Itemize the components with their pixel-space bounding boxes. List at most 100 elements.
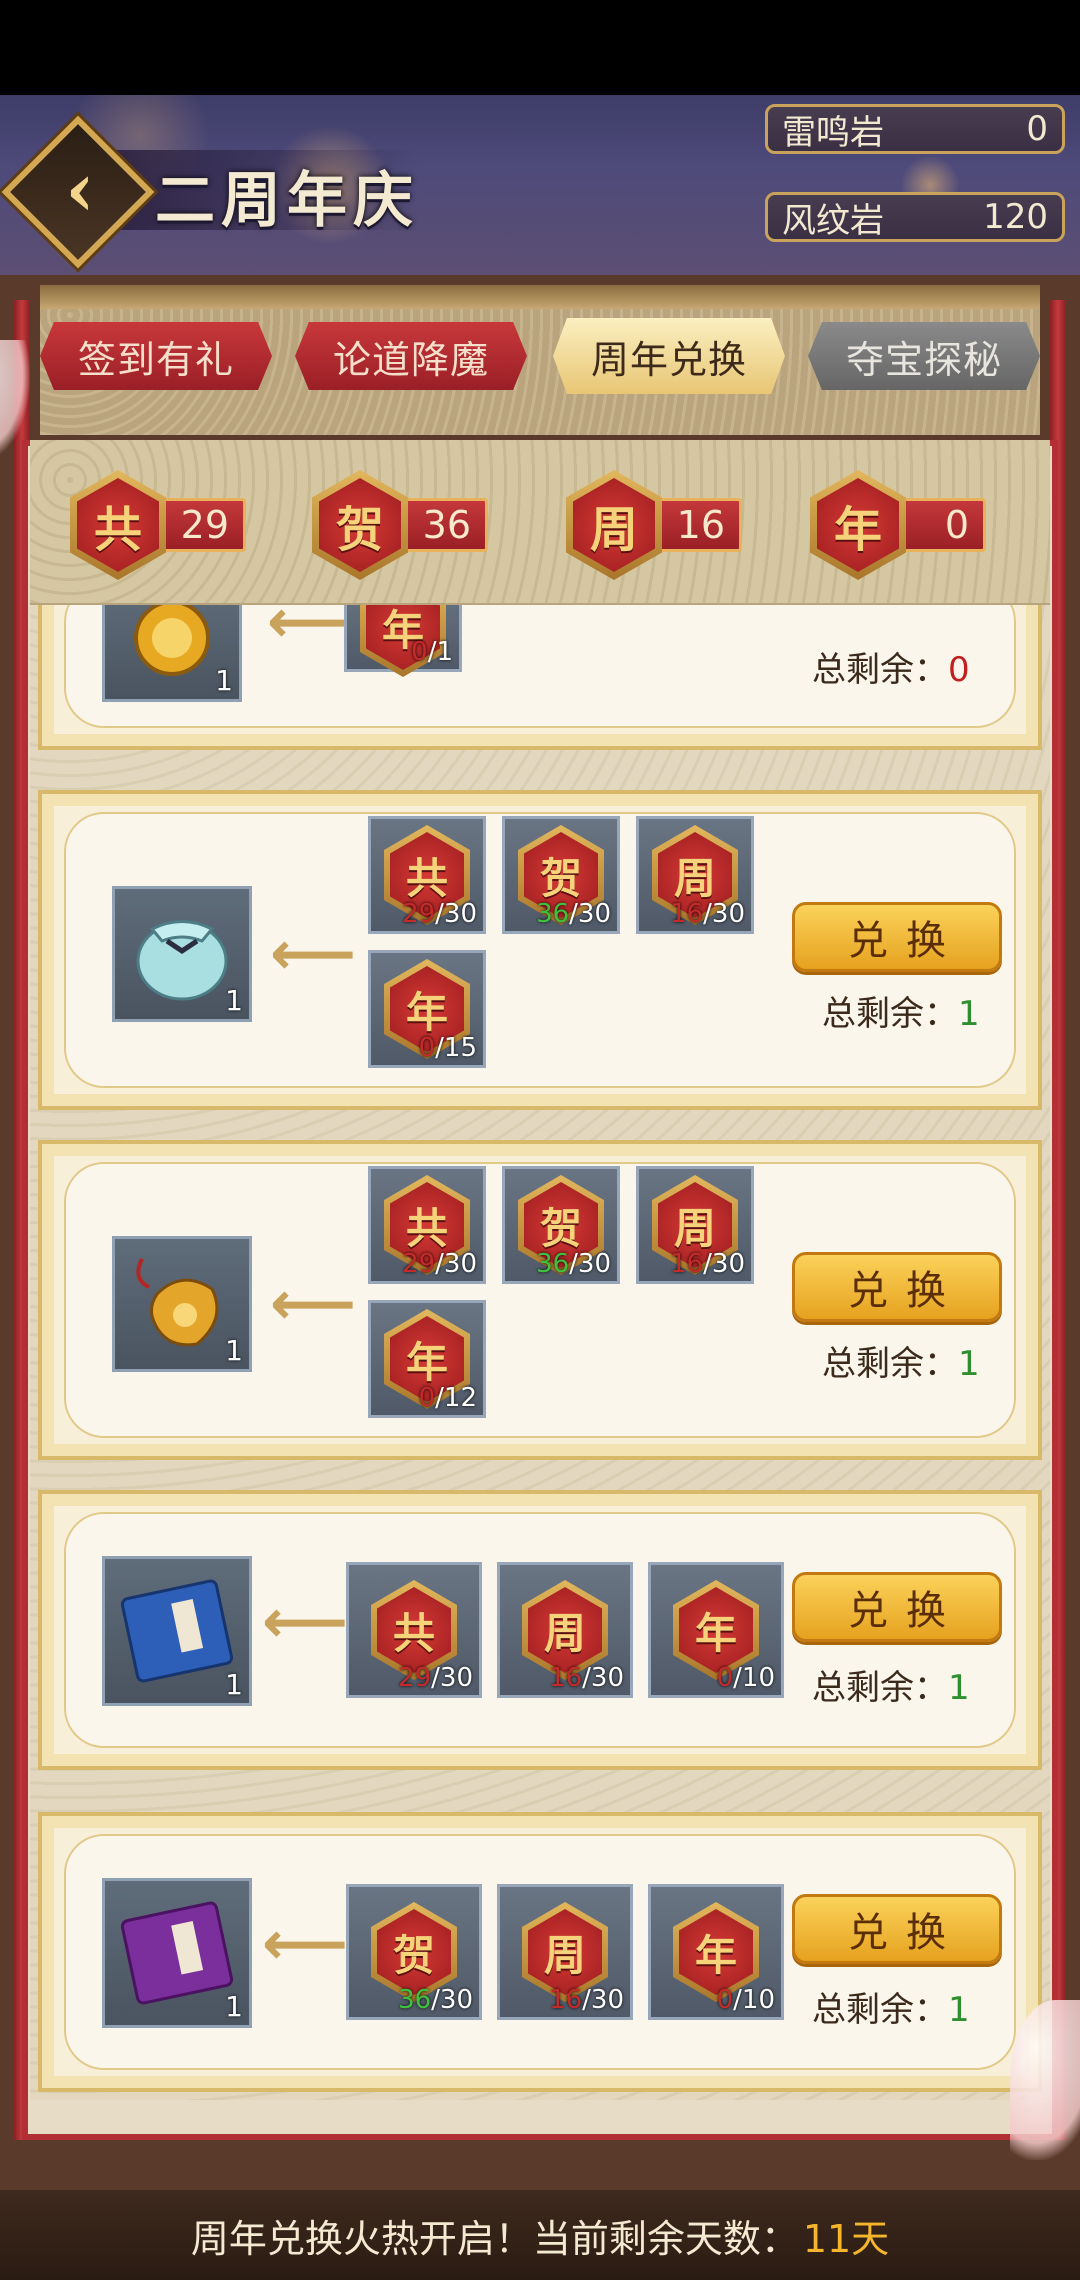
reward-item-pouch[interactable]: 1 (112, 886, 252, 1022)
reward-qty: 1 (215, 664, 233, 697)
have-count: 16 (549, 1663, 583, 1693)
tab-demon-quest[interactable]: 论道降魔 (295, 322, 527, 390)
reward-qty: 1 (225, 1334, 243, 1367)
cost-slot-nian[interactable]: 年 0/10 (648, 1562, 784, 1698)
have-count: 0 (716, 1663, 734, 1693)
remain-label: 总剩余： (822, 994, 958, 1034)
need-count: /30 (582, 1985, 624, 2015)
remain-label: 总剩余： (812, 1668, 948, 1708)
need-count: /1 (427, 637, 453, 667)
need-count: /30 (435, 899, 477, 929)
have-count: 36 (536, 1249, 570, 1279)
token-count-he: 贺 36 (312, 470, 488, 580)
page-title: 二周年庆 (155, 166, 419, 236)
need-count: /30 (431, 1985, 473, 2015)
cost-progress: 16/30 (670, 899, 745, 929)
exchange-button[interactable]: 兑换 (792, 1252, 1002, 1322)
token-char: 年 (679, 1587, 753, 1673)
exchange-row-3: 1 ⟵ 共 29/30 周 16/30 年 0/10 兑换 总剩余：1 (38, 1490, 1042, 1770)
tab-anniversary-exchange[interactable]: 周年兑换 (553, 318, 785, 394)
total-remaining: 总剩余：1 (822, 1336, 980, 1385)
cost-slot-he[interactable]: 贺 36/30 (346, 1884, 482, 2020)
have-count: 29 (402, 899, 436, 929)
need-count: /10 (733, 1663, 775, 1693)
exchange-button[interactable]: 兑换 (792, 902, 1002, 972)
pouch-icon (136, 920, 228, 1001)
cost-slot-nian[interactable]: 年 0/12 (368, 1300, 486, 1418)
cost-progress: 16/30 (670, 1249, 745, 1279)
cost-slot-gong[interactable]: 共 29/30 (346, 1562, 482, 1698)
total-remaining: 总剩余：0 (812, 642, 970, 691)
reward-item-jade-pendant[interactable]: 1 (112, 1236, 252, 1372)
tab-sign-in[interactable]: 签到有礼 (40, 322, 272, 390)
chevron-left-icon[interactable]: ‹ (40, 150, 120, 230)
reward-item-purple-book[interactable]: 1 (102, 1878, 252, 2028)
need-count: /30 (582, 1663, 624, 1693)
resource-name: 雷鸣岩 (782, 112, 884, 153)
token-char: 年 (679, 1909, 753, 1995)
total-remaining: 总剩余：1 (812, 1982, 970, 2031)
token-char: 贺 (377, 1909, 451, 1995)
status-bar (0, 0, 1080, 95)
remain-label: 总剩余： (812, 650, 948, 690)
token-hex-icon: 周 (566, 470, 662, 580)
need-count: /15 (435, 1033, 477, 1063)
exchange-row-1: 1 ⟵ 共 29/30 贺 36/30 周 16/30 年 0/15 兑换 总剩… (38, 790, 1042, 1110)
total-remaining: 总剩余：1 (822, 986, 980, 1035)
cost-slot-nian[interactable]: 年 0/15 (368, 950, 486, 1068)
resource-value: 120 (983, 197, 1048, 237)
token-hex-icon: 贺 (312, 470, 408, 580)
have-count: 29 (398, 1663, 432, 1693)
cost-progress: 0/10 (717, 1985, 775, 2015)
need-count: /30 (435, 1249, 477, 1279)
token-count-gong: 共 29 (70, 470, 246, 580)
purple-book-icon (120, 1901, 234, 2005)
gold-medal-icon (134, 600, 210, 676)
token-count-nian: 年 0 (810, 470, 986, 580)
cost-progress: 36/30 (398, 1985, 473, 2015)
cost-slot-zhou[interactable]: 周 16/30 (636, 1166, 754, 1284)
cost-progress: 0/15 (419, 1033, 477, 1063)
token-char: 共 (377, 1587, 451, 1673)
cost-slot-he[interactable]: 贺 36/30 (502, 1166, 620, 1284)
token-hex-icon: 共 (70, 470, 166, 580)
remain-value: 1 (948, 1668, 970, 1708)
cost-slot-zhou[interactable]: 周 16/30 (497, 1884, 633, 2020)
token-char: 周 (573, 478, 655, 572)
have-count: 0 (418, 1033, 436, 1063)
cost-progress: 29/30 (398, 1663, 473, 1693)
cost-progress: 36/30 (536, 899, 611, 929)
resource-thunder-rock: 雷鸣岩 0 (765, 104, 1065, 154)
jade-pendant-icon (136, 1258, 219, 1347)
cost-slot-gong[interactable]: 共 29/30 (368, 816, 486, 934)
event-footer: 周年兑换火热开启！当前剩余天数： 11天 (0, 2190, 1080, 2280)
token-char: 周 (528, 1909, 602, 1995)
have-count: 16 (670, 899, 704, 929)
cost-slot-he[interactable]: 贺 36/30 (502, 816, 620, 934)
tab-treasure-hunt[interactable]: 夺宝探秘 (808, 322, 1040, 390)
need-count: /30 (703, 1249, 745, 1279)
cost-slot-zhou[interactable]: 周 16/30 (636, 816, 754, 934)
cost-slot-zhou[interactable]: 周 16/30 (497, 1562, 633, 1698)
exchange-row-2: 1 ⟵ 共 29/30 贺 36/30 周 16/30 年 0/12 兑换 总剩… (38, 1140, 1042, 1460)
reward-qty: 1 (225, 1668, 243, 1701)
remain-value: 1 (948, 1990, 970, 2030)
cost-slot-gong[interactable]: 共 29/30 (368, 1166, 486, 1284)
exchange-row-4: 1 ⟵ 贺 36/30 周 16/30 年 0/10 兑换 总剩余：1 (38, 1812, 1042, 2092)
exchange-button[interactable]: 兑换 (792, 1894, 1002, 1964)
have-count: 0 (716, 1985, 734, 2015)
cost-slot-nian[interactable]: 年 0/10 (648, 1884, 784, 2020)
cost-progress: 16/30 (549, 1663, 624, 1693)
need-count: /30 (431, 1663, 473, 1693)
footer-text: 周年兑换火热开启！当前剩余天数： (190, 2216, 799, 2261)
resource-value: 0 (1026, 109, 1048, 149)
days-remaining: 11天 (802, 2216, 890, 2261)
exchange-button[interactable]: 兑换 (792, 1572, 1002, 1642)
need-count: /30 (703, 899, 745, 929)
arrow-left-icon: ⟵ (262, 1909, 349, 1979)
have-count: 36 (536, 899, 570, 929)
arrow-left-icon: ⟵ (262, 1587, 349, 1657)
reward-item-blue-book[interactable]: 1 (102, 1556, 252, 1706)
remain-value: 1 (958, 1344, 980, 1384)
token-char: 共 (77, 478, 159, 572)
